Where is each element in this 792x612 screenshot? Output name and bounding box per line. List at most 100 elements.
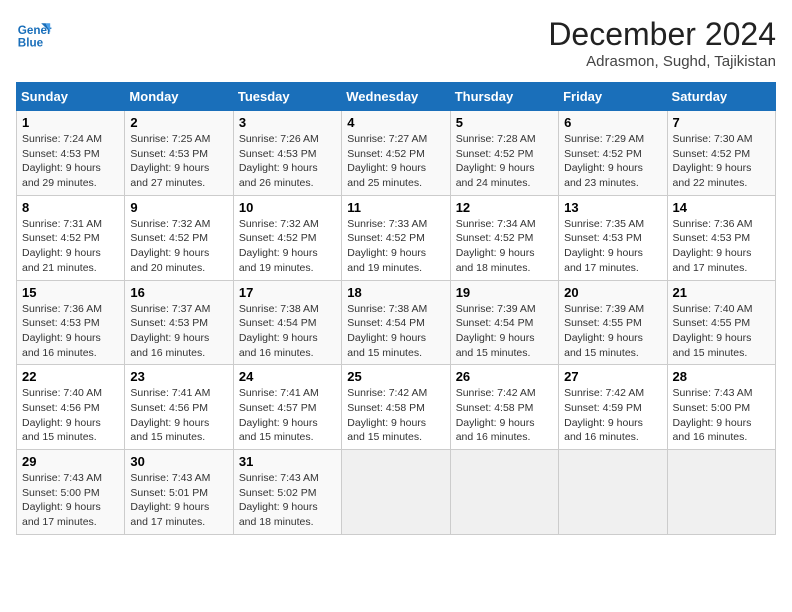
sunrise-label: Sunrise: 7:40 AM: [673, 303, 753, 315]
sunrise-label: Sunrise: 7:26 AM: [239, 133, 319, 145]
calendar-cell: 7 Sunrise: 7:30 AM Sunset: 4:52 PM Dayli…: [667, 111, 775, 196]
calendar-cell: 2 Sunrise: 7:25 AM Sunset: 4:53 PM Dayli…: [125, 111, 233, 196]
day-number: 2: [130, 115, 227, 130]
calendar-cell: 31 Sunrise: 7:43 AM Sunset: 5:02 PM Dayl…: [233, 450, 341, 535]
daylight-label: Daylight: 9 hours and 15 minutes.: [673, 332, 752, 359]
sunrise-label: Sunrise: 7:42 AM: [347, 387, 427, 399]
day-number: 24: [239, 369, 336, 384]
column-header-friday: Friday: [559, 83, 667, 111]
sunset-label: Sunset: 4:59 PM: [564, 402, 642, 414]
day-number: 7: [673, 115, 770, 130]
daylight-label: Daylight: 9 hours and 17 minutes.: [673, 247, 752, 274]
day-number: 10: [239, 200, 336, 215]
sunset-label: Sunset: 4:53 PM: [130, 148, 208, 160]
sunrise-label: Sunrise: 7:36 AM: [22, 303, 102, 315]
daylight-label: Daylight: 9 hours and 27 minutes.: [130, 162, 209, 189]
calendar-cell: 27 Sunrise: 7:42 AM Sunset: 4:59 PM Dayl…: [559, 365, 667, 450]
title-block: December 2024 Adrasmon, Sughd, Tajikista…: [548, 16, 776, 70]
day-number: 14: [673, 200, 770, 215]
sunset-label: Sunset: 4:54 PM: [239, 317, 317, 329]
location: Adrasmon, Sughd, Tajikistan: [548, 53, 776, 70]
day-info: Sunrise: 7:29 AM Sunset: 4:52 PM Dayligh…: [564, 132, 661, 191]
logo-icon: General Blue: [16, 16, 52, 52]
calendar-cell: 6 Sunrise: 7:29 AM Sunset: 4:52 PM Dayli…: [559, 111, 667, 196]
day-info: Sunrise: 7:41 AM Sunset: 4:56 PM Dayligh…: [130, 386, 227, 445]
day-number: 28: [673, 369, 770, 384]
calendar-table: SundayMondayTuesdayWednesdayThursdayFrid…: [16, 82, 776, 535]
day-number: 26: [456, 369, 553, 384]
column-header-monday: Monday: [125, 83, 233, 111]
sunset-label: Sunset: 4:56 PM: [22, 402, 100, 414]
sunrise-label: Sunrise: 7:37 AM: [130, 303, 210, 315]
day-info: Sunrise: 7:39 AM Sunset: 4:55 PM Dayligh…: [564, 302, 661, 361]
calendar-cell: 11 Sunrise: 7:33 AM Sunset: 4:52 PM Dayl…: [342, 195, 450, 280]
day-info: Sunrise: 7:43 AM Sunset: 5:02 PM Dayligh…: [239, 471, 336, 530]
logo: General Blue: [16, 16, 52, 52]
calendar-cell: 1 Sunrise: 7:24 AM Sunset: 4:53 PM Dayli…: [17, 111, 125, 196]
sunrise-label: Sunrise: 7:39 AM: [564, 303, 644, 315]
sunset-label: Sunset: 4:53 PM: [22, 148, 100, 160]
sunrise-label: Sunrise: 7:25 AM: [130, 133, 210, 145]
day-number: 30: [130, 454, 227, 469]
daylight-label: Daylight: 9 hours and 15 minutes.: [347, 417, 426, 444]
sunrise-label: Sunrise: 7:38 AM: [347, 303, 427, 315]
sunset-label: Sunset: 4:54 PM: [456, 317, 534, 329]
column-header-tuesday: Tuesday: [233, 83, 341, 111]
daylight-label: Daylight: 9 hours and 16 minutes.: [456, 417, 535, 444]
sunrise-label: Sunrise: 7:43 AM: [130, 472, 210, 484]
day-info: Sunrise: 7:33 AM Sunset: 4:52 PM Dayligh…: [347, 217, 444, 276]
calendar-cell: 29 Sunrise: 7:43 AM Sunset: 5:00 PM Dayl…: [17, 450, 125, 535]
calendar-cell: [559, 450, 667, 535]
column-header-sunday: Sunday: [17, 83, 125, 111]
daylight-label: Daylight: 9 hours and 15 minutes.: [130, 417, 209, 444]
daylight-label: Daylight: 9 hours and 26 minutes.: [239, 162, 318, 189]
week-row-5: 29 Sunrise: 7:43 AM Sunset: 5:00 PM Dayl…: [17, 450, 776, 535]
sunset-label: Sunset: 4:52 PM: [456, 232, 534, 244]
sunrise-label: Sunrise: 7:33 AM: [347, 218, 427, 230]
day-info: Sunrise: 7:41 AM Sunset: 4:57 PM Dayligh…: [239, 386, 336, 445]
day-info: Sunrise: 7:40 AM Sunset: 4:55 PM Dayligh…: [673, 302, 770, 361]
svg-text:Blue: Blue: [18, 37, 44, 50]
day-number: 9: [130, 200, 227, 215]
day-number: 13: [564, 200, 661, 215]
calendar-cell: 23 Sunrise: 7:41 AM Sunset: 4:56 PM Dayl…: [125, 365, 233, 450]
calendar-cell: 28 Sunrise: 7:43 AM Sunset: 5:00 PM Dayl…: [667, 365, 775, 450]
calendar-cell: 17 Sunrise: 7:38 AM Sunset: 4:54 PM Dayl…: [233, 280, 341, 365]
daylight-label: Daylight: 9 hours and 18 minutes.: [456, 247, 535, 274]
day-info: Sunrise: 7:31 AM Sunset: 4:52 PM Dayligh…: [22, 217, 119, 276]
day-info: Sunrise: 7:42 AM Sunset: 4:59 PM Dayligh…: [564, 386, 661, 445]
calendar-cell: 20 Sunrise: 7:39 AM Sunset: 4:55 PM Dayl…: [559, 280, 667, 365]
calendar-cell: 18 Sunrise: 7:38 AM Sunset: 4:54 PM Dayl…: [342, 280, 450, 365]
calendar-cell: 19 Sunrise: 7:39 AM Sunset: 4:54 PM Dayl…: [450, 280, 558, 365]
day-info: Sunrise: 7:38 AM Sunset: 4:54 PM Dayligh…: [239, 302, 336, 361]
calendar-cell: 5 Sunrise: 7:28 AM Sunset: 4:52 PM Dayli…: [450, 111, 558, 196]
calendar-cell: 21 Sunrise: 7:40 AM Sunset: 4:55 PM Dayl…: [667, 280, 775, 365]
calendar-cell: 13 Sunrise: 7:35 AM Sunset: 4:53 PM Dayl…: [559, 195, 667, 280]
day-number: 12: [456, 200, 553, 215]
sunrise-label: Sunrise: 7:43 AM: [22, 472, 102, 484]
week-row-4: 22 Sunrise: 7:40 AM Sunset: 4:56 PM Dayl…: [17, 365, 776, 450]
day-info: Sunrise: 7:42 AM Sunset: 4:58 PM Dayligh…: [456, 386, 553, 445]
day-info: Sunrise: 7:37 AM Sunset: 4:53 PM Dayligh…: [130, 302, 227, 361]
sunrise-label: Sunrise: 7:42 AM: [564, 387, 644, 399]
calendar-cell: 9 Sunrise: 7:32 AM Sunset: 4:52 PM Dayli…: [125, 195, 233, 280]
day-number: 17: [239, 285, 336, 300]
calendar-cell: 4 Sunrise: 7:27 AM Sunset: 4:52 PM Dayli…: [342, 111, 450, 196]
day-number: 6: [564, 115, 661, 130]
day-number: 1: [22, 115, 119, 130]
day-info: Sunrise: 7:39 AM Sunset: 4:54 PM Dayligh…: [456, 302, 553, 361]
sunrise-label: Sunrise: 7:32 AM: [130, 218, 210, 230]
sunset-label: Sunset: 4:52 PM: [22, 232, 100, 244]
daylight-label: Daylight: 9 hours and 20 minutes.: [130, 247, 209, 274]
sunset-label: Sunset: 5:02 PM: [239, 487, 317, 499]
sunset-label: Sunset: 4:52 PM: [456, 148, 534, 160]
sunrise-label: Sunrise: 7:29 AM: [564, 133, 644, 145]
sunrise-label: Sunrise: 7:39 AM: [456, 303, 536, 315]
sunrise-label: Sunrise: 7:43 AM: [673, 387, 753, 399]
day-info: Sunrise: 7:35 AM Sunset: 4:53 PM Dayligh…: [564, 217, 661, 276]
day-number: 16: [130, 285, 227, 300]
day-info: Sunrise: 7:24 AM Sunset: 4:53 PM Dayligh…: [22, 132, 119, 191]
month-title: December 2024: [548, 16, 776, 53]
sunset-label: Sunset: 4:52 PM: [347, 148, 425, 160]
daylight-label: Daylight: 9 hours and 16 minutes.: [130, 332, 209, 359]
